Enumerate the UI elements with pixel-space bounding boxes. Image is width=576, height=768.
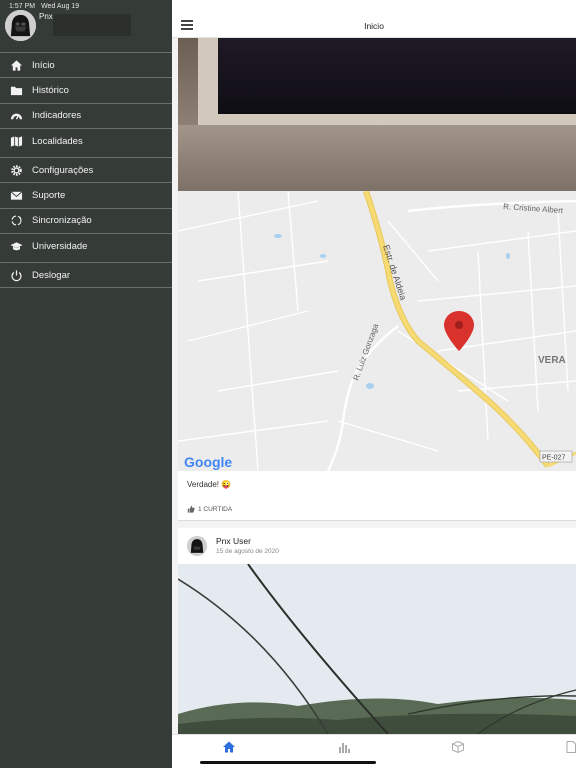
avatar[interactable] (5, 10, 36, 41)
home-indicator (200, 761, 376, 764)
page-title: Inicio (364, 21, 384, 31)
top-bar: Inicio (172, 0, 576, 38)
post-photo[interactable] (178, 38, 576, 191)
sidebar-item-label: Localidades (32, 135, 83, 147)
sidebar-item-label: Sincronização (32, 215, 92, 227)
like-count-label: 1 CURTIDA (198, 505, 233, 513)
tab-university[interactable] (451, 740, 465, 754)
app-root: 1:57 PM Wed Aug 19 Pnx Início Histórico … (0, 0, 576, 768)
sidebar-item-configuracoes[interactable]: Configurações (0, 157, 172, 182)
like-count-button[interactable]: 1 CURTIDA (187, 505, 232, 513)
grass-photo-drawing (178, 564, 576, 734)
author-avatar[interactable] (187, 536, 207, 556)
sidebar-item-label: Universidade (32, 240, 88, 252)
bottom-tab-bar (172, 734, 576, 768)
avatar-helmet-icon (187, 536, 207, 556)
document-icon (566, 741, 576, 753)
google-logo: Google (184, 454, 232, 470)
sidebar-item-indicadores[interactable]: Indicadores (0, 102, 172, 128)
sidebar-menu: Início Histórico Indicadores Localidades (0, 52, 172, 288)
location-map[interactable]: R. Cristine Albert Estr. de Aldeia R. Lu… (178, 191, 576, 471)
tab-documents[interactable] (564, 740, 576, 754)
post-author-name[interactable]: Pnx User (216, 536, 251, 546)
bar-chart-icon (339, 743, 350, 753)
profile-name: Pnx (39, 12, 53, 21)
avatar-helmet-icon (5, 10, 36, 41)
graduation-cap-icon (9, 239, 23, 253)
thumbs-up-icon (187, 505, 195, 513)
envelope-icon (9, 189, 23, 203)
tab-indicators[interactable] (337, 740, 351, 754)
home-icon (223, 741, 235, 753)
photo-shelf-shape (178, 125, 576, 191)
post-caption: Verdade! 😜 (187, 480, 232, 489)
sidebar-item-label: Suporte (32, 190, 66, 202)
main-content: Inicio R. Cristine Albert Estr. de Aldei… (172, 0, 576, 768)
sidebar-item-label: Configurações (32, 164, 94, 176)
sidebar: 1:57 PM Wed Aug 19 Pnx Início Histórico … (0, 0, 172, 768)
map-icon (9, 134, 23, 148)
sidebar-item-universidade[interactable]: Universidade (0, 233, 172, 258)
profile-redacted-block (53, 14, 131, 36)
profile-header[interactable]: Pnx (0, 8, 172, 48)
sidebar-item-historico[interactable]: Histórico (0, 77, 172, 102)
sidebar-item-inicio[interactable]: Início (0, 52, 172, 77)
tab-home[interactable] (222, 740, 236, 754)
sidebar-item-label: Deslogar (32, 269, 71, 281)
sidebar-item-label: Indicadores (32, 110, 82, 122)
map-highway-label: PE-027 (542, 455, 565, 462)
sidebar-item-label: Histórico (32, 84, 69, 96)
sidebar-item-localidades[interactable]: Localidades (0, 127, 172, 153)
feed-post: Pnx User 15 de agosto de 2020 (178, 528, 576, 734)
gauge-icon (9, 109, 23, 123)
gear-icon (9, 163, 23, 177)
sync-icon (9, 214, 23, 228)
photo-screen-shape (218, 38, 576, 114)
post-photo[interactable] (178, 564, 576, 734)
cube-icon (452, 740, 464, 754)
map-drawing: R. Cristine Albert Estr. de Aldeia R. Lu… (178, 191, 576, 471)
home-icon (9, 58, 23, 72)
sidebar-item-sincronizacao[interactable]: Sincronização (0, 207, 172, 233)
sidebar-item-suporte[interactable]: Suporte (0, 182, 172, 207)
post-footer: Verdade! 😜 1 CURTIDA (178, 471, 576, 521)
feed[interactable]: R. Cristine Albert Estr. de Aldeia R. Lu… (178, 38, 576, 734)
post-header: Pnx User 15 de agosto de 2020 (178, 528, 576, 564)
post-date: 15 de agosto de 2020 (216, 548, 279, 555)
map-district-label: VERA (538, 355, 566, 366)
sidebar-item-deslogar[interactable]: Deslogar (0, 262, 172, 288)
folder-icon (9, 83, 23, 97)
sidebar-item-label: Início (32, 59, 55, 71)
power-icon (9, 268, 23, 282)
